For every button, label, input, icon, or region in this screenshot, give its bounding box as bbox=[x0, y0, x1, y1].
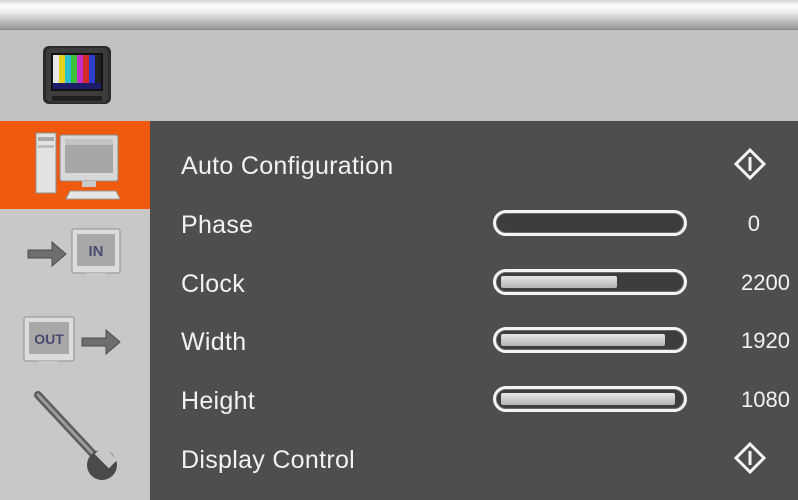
svg-text:IN: IN bbox=[89, 243, 104, 260]
menu-item-label: Auto Configuration bbox=[181, 152, 394, 180]
phase-value: 0 bbox=[747, 211, 760, 236]
menu-item-phase[interactable]: Phase 0 bbox=[150, 203, 798, 243]
menu-panel: Auto Configuration Phase 0 Clock 2200 Wi… bbox=[150, 121, 798, 500]
menu-item-label: Height bbox=[181, 387, 256, 415]
menu-item-height[interactable]: Height 1080 bbox=[150, 379, 798, 419]
clock-value: 2200 bbox=[741, 270, 790, 295]
width-value: 1920 bbox=[741, 328, 790, 353]
menu-item-auto-configuration[interactable]: Auto Configuration bbox=[150, 144, 798, 184]
enter-icon[interactable] bbox=[734, 442, 766, 474]
title-bar bbox=[0, 0, 798, 30]
sidebar-tab-input[interactable]: IN bbox=[0, 213, 150, 293]
menu-item-label: Display Control bbox=[181, 446, 356, 474]
header-band bbox=[0, 30, 798, 121]
svg-text:OUT: OUT bbox=[34, 331, 64, 347]
wrench-icon bbox=[34, 391, 118, 480]
sidebar: IN OUT bbox=[0, 121, 150, 500]
enter-icon[interactable] bbox=[734, 148, 766, 180]
sidebar-tab-output[interactable]: OUT bbox=[0, 303, 150, 383]
sidebar-tab-tools[interactable] bbox=[0, 387, 150, 495]
phase-slider[interactable] bbox=[493, 210, 687, 236]
menu-item-label: Clock bbox=[181, 270, 246, 298]
sidebar-tab-pc[interactable] bbox=[0, 121, 150, 209]
width-slider[interactable] bbox=[493, 327, 687, 353]
osd-menu: IN OUT Auto Configuration Phase 0 Clock … bbox=[0, 0, 798, 500]
menu-item-clock[interactable]: Clock 2200 bbox=[150, 262, 798, 302]
menu-item-label: Phase bbox=[181, 211, 254, 239]
width-slider-fill bbox=[501, 334, 665, 346]
input-arrow-icon: IN bbox=[27, 228, 121, 278]
height-slider[interactable] bbox=[493, 386, 687, 412]
menu-item-width[interactable]: Width 1920 bbox=[150, 320, 798, 360]
tv-color-bars-icon bbox=[43, 46, 111, 104]
height-slider-fill bbox=[501, 393, 675, 405]
menu-item-display-control[interactable]: Display Control bbox=[150, 438, 798, 478]
pc-monitor-icon bbox=[35, 132, 121, 200]
menu-item-label: Width bbox=[181, 328, 247, 356]
clock-slider-fill bbox=[501, 276, 617, 288]
clock-slider[interactable] bbox=[493, 269, 687, 295]
height-value: 1080 bbox=[741, 387, 790, 412]
output-arrow-icon: OUT bbox=[23, 316, 121, 366]
